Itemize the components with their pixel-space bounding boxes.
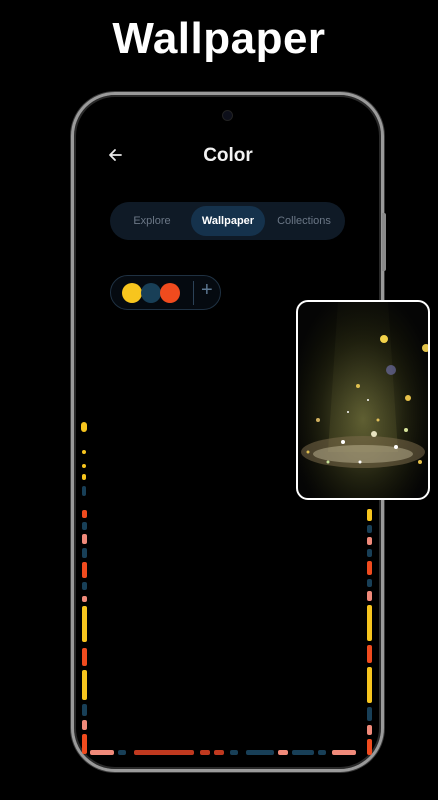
- headline-title: Wallpaper: [112, 14, 326, 63]
- color-swatch-navy[interactable]: [141, 283, 161, 303]
- tab-bar: Explore Wallpaper Collections: [110, 202, 345, 240]
- tab-explore[interactable]: Explore: [118, 202, 186, 240]
- left-edge-color-strip: [81, 422, 87, 754]
- right-edge-color-strip: [367, 509, 372, 755]
- add-color-plus-icon[interactable]: +: [201, 279, 213, 302]
- front-camera: [222, 110, 233, 121]
- bottom-edge-color-strip: [90, 750, 356, 755]
- tab-wallpaper[interactable]: Wallpaper: [191, 206, 265, 236]
- color-swatch-yellow[interactable]: [122, 283, 142, 303]
- color-swatch-orange[interactable]: [160, 283, 180, 303]
- color-palette-selector[interactable]: +: [110, 275, 221, 310]
- tab-collections[interactable]: Collections: [270, 202, 338, 240]
- palette-divider: [193, 281, 194, 305]
- sparkle-particles-graphic: [298, 302, 428, 498]
- back-arrow-icon[interactable]: [106, 144, 126, 166]
- phone-side-button: [382, 213, 386, 271]
- wallpaper-preview-image[interactable]: [296, 300, 430, 500]
- screen-title: Color: [203, 145, 253, 166]
